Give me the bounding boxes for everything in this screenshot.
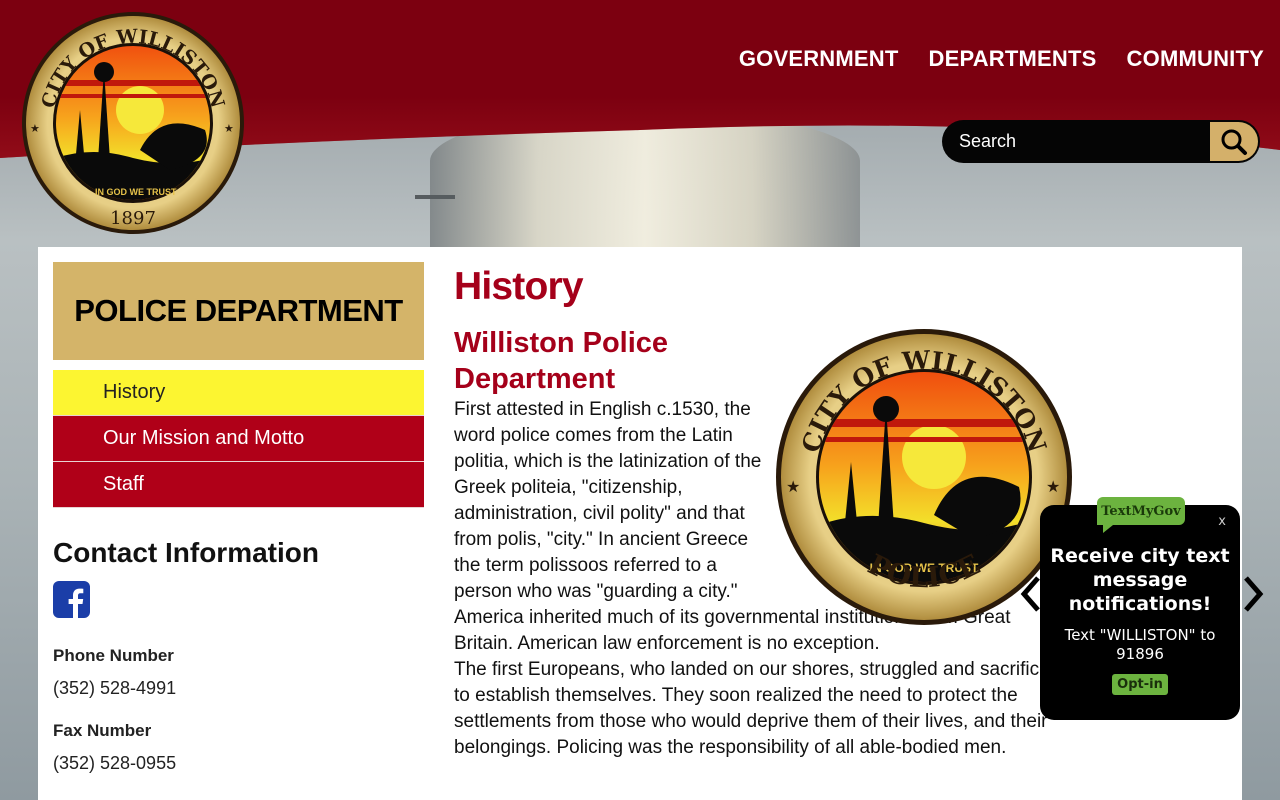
chevron-right-icon[interactable] <box>1242 574 1264 614</box>
nav-government[interactable]: GOVERNMENT <box>739 46 899 72</box>
fax-label: Fax Number <box>53 721 152 740</box>
sidebar-menu: History Our Mission and Motto Staff <box>53 370 424 508</box>
facebook-icon[interactable] <box>53 581 90 618</box>
popup-instructions: Text "WILLISTON" to 91896 <box>1064 626 1216 663</box>
department-title: POLICE DEPARTMENT <box>74 293 403 328</box>
search-icon <box>1221 129 1247 155</box>
search-bar <box>942 120 1260 163</box>
chevron-left-icon[interactable] <box>1020 574 1042 614</box>
search-input[interactable] <box>942 120 1210 163</box>
main-nav: GOVERNMENT DEPARTMENTS COMMUNITY <box>739 46 1264 72</box>
department-header: POLICE DEPARTMENT <box>53 262 424 360</box>
history-paragraph-3: The first Europeans, who landed on our s… <box>454 659 1061 758</box>
page-subtitle: Williston Police Department <box>454 327 669 395</box>
seal-year: 1897 <box>110 208 156 229</box>
search-button[interactable] <box>1210 122 1258 161</box>
seal-star-right: ★ <box>224 122 234 135</box>
textmygov-popup: TextMyGov x Receive city text message no… <box>1040 497 1240 720</box>
phone-number[interactable]: (352) 528-4991 <box>53 678 413 699</box>
police-seal-star-left: ★ <box>786 477 800 496</box>
sidebar: POLICE DEPARTMENT History Our Mission an… <box>53 262 424 508</box>
opt-in-button[interactable]: Opt-in <box>1112 674 1168 695</box>
sidebar-item-history[interactable]: History <box>53 370 424 416</box>
popup-close-button[interactable]: x <box>1218 514 1226 529</box>
police-seal-star-right: ★ <box>1046 477 1060 496</box>
fax-number: (352) 528-0955 <box>53 753 177 773</box>
seal-motto: IN GOD WE TRUST <box>95 187 177 197</box>
nav-community[interactable]: COMMUNITY <box>1127 46 1264 72</box>
sidebar-item-mission[interactable]: Our Mission and Motto <box>53 416 424 462</box>
phone-label: Phone Number <box>53 646 174 665</box>
sidebar-item-staff[interactable]: Staff <box>53 462 424 508</box>
textmygov-badge: TextMyGov <box>1097 497 1185 533</box>
popup-title: Receive city text message notifications! <box>1050 545 1230 615</box>
seal-star-left: ★ <box>30 122 40 135</box>
contact-title: Contact Information <box>53 537 319 568</box>
nav-departments[interactable]: DEPARTMENTS <box>929 46 1097 72</box>
history-paragraph-1: First attested in English c.1530, the wo… <box>454 399 762 602</box>
water-tower-railing <box>415 195 455 199</box>
contact-information: Contact Information Phone Number (352) 5… <box>53 537 413 774</box>
city-seal-logo[interactable]: IN GOD WE TRUST CITY OF WILLISTON 1897 ★… <box>20 10 246 236</box>
page-title: History <box>454 265 584 308</box>
